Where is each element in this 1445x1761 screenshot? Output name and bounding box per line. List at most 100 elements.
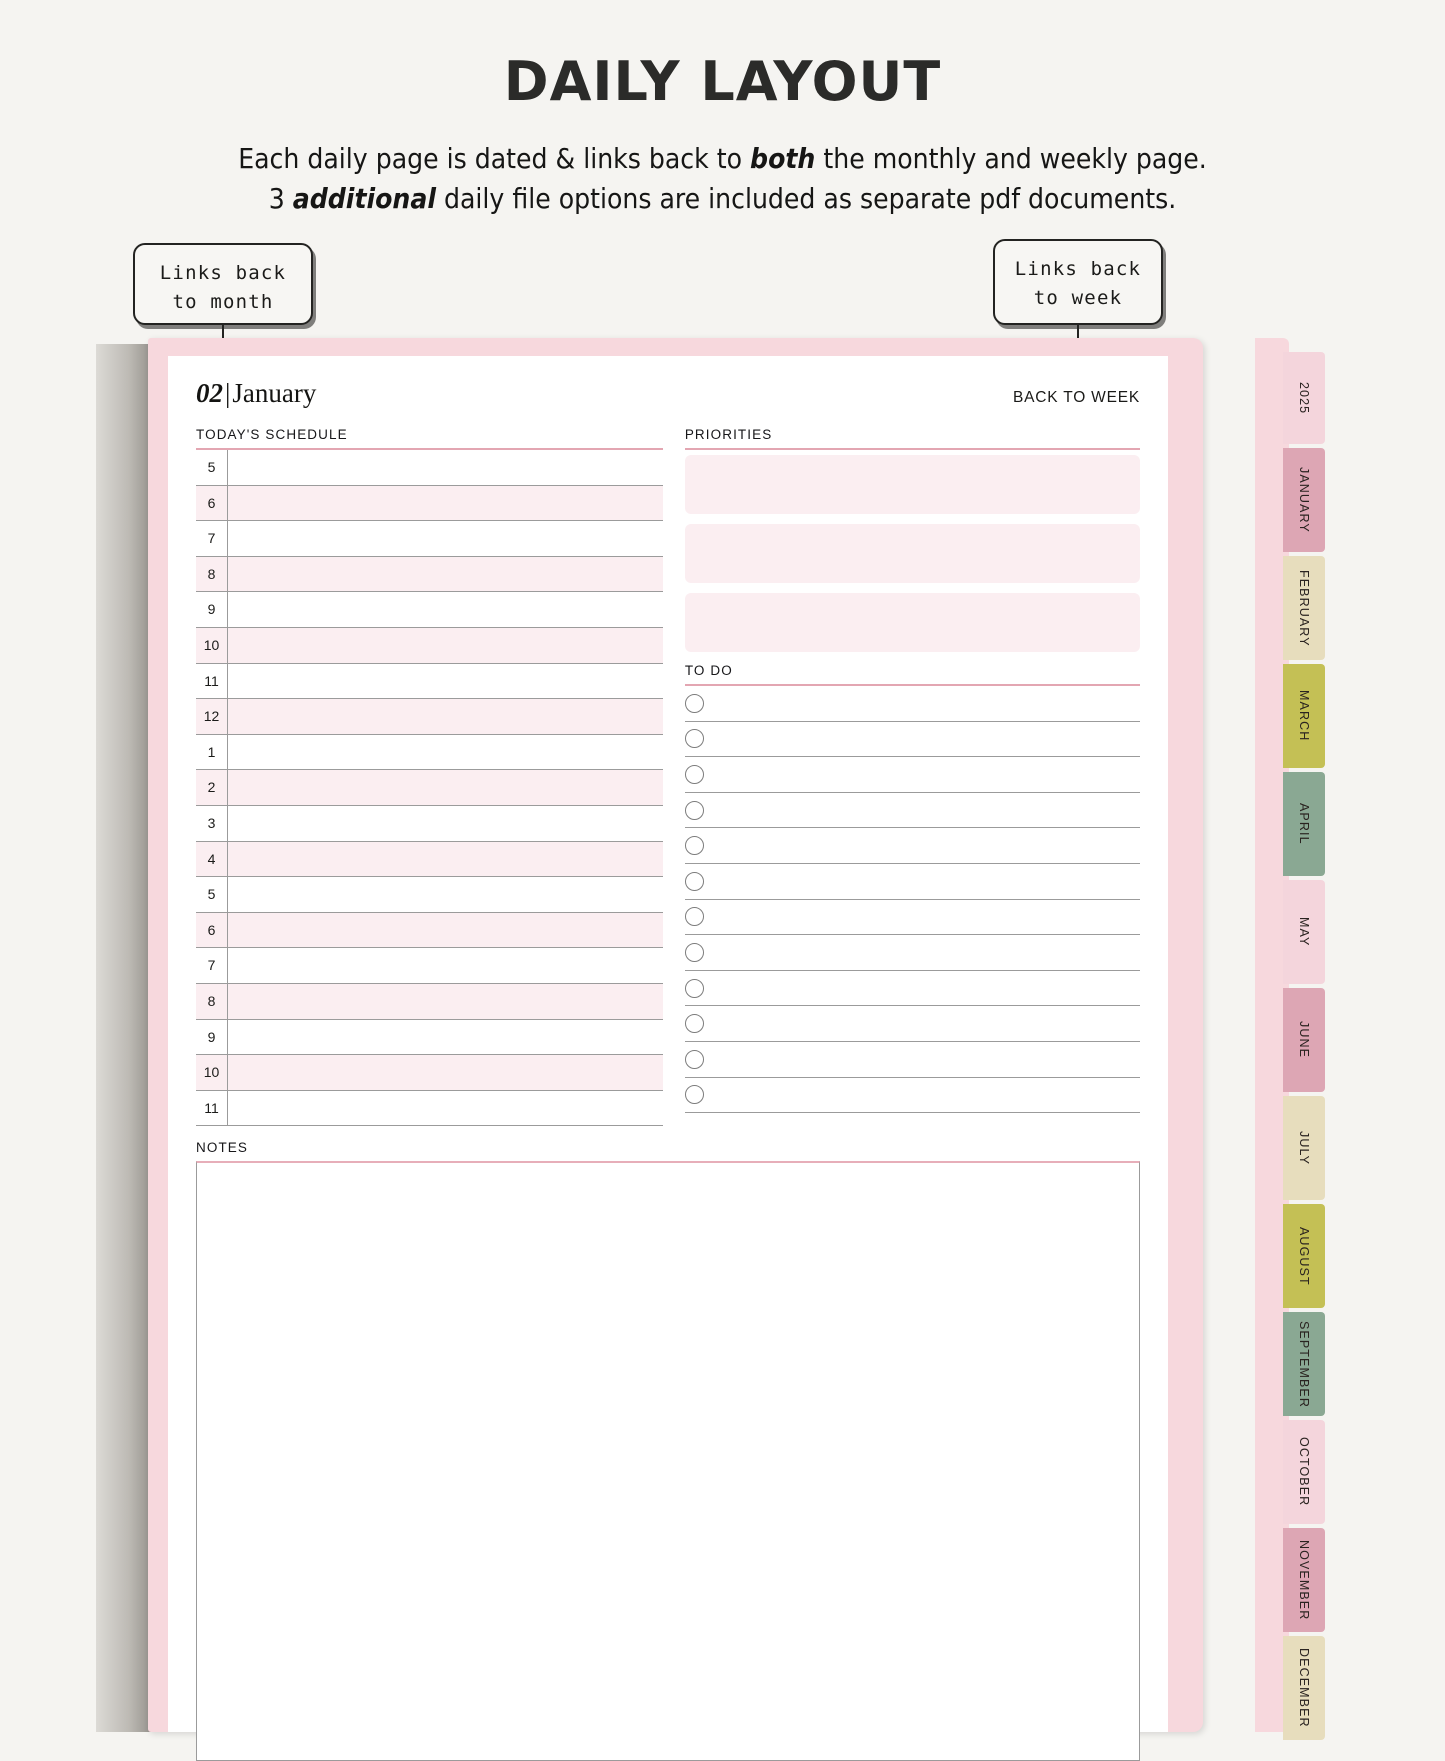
todo-checkbox-circle-icon[interactable] <box>684 836 704 856</box>
todo-row[interactable] <box>684 1006 1140 1042</box>
notes-section-label: NOTES <box>196 1140 249 1156</box>
schedule-row[interactable]: 2 <box>196 770 663 806</box>
schedule-row[interactable]: 11 <box>196 663 663 700</box>
todo-checkbox-circle-icon[interactable] <box>684 800 704 820</box>
schedule-row[interactable]: 6 <box>196 912 663 949</box>
schedule-hour-label: 8 <box>196 556 228 592</box>
schedule-entry-field[interactable] <box>228 664 663 699</box>
tab-month-may[interactable]: MAY <box>1283 880 1325 984</box>
tab-month-january[interactable]: JANUARY <box>1283 448 1325 552</box>
schedule-entry-field[interactable] <box>228 486 663 521</box>
tab-label: OCTOBER <box>1297 1437 1311 1507</box>
tab-label: MAY <box>1297 917 1311 947</box>
todo-checkbox-circle-icon[interactable] <box>684 764 704 784</box>
schedule-entry-field[interactable] <box>228 735 663 770</box>
todo-row[interactable] <box>684 722 1140 758</box>
todo-row[interactable] <box>684 1078 1140 1114</box>
todo-checkbox-circle-icon[interactable] <box>684 1085 704 1105</box>
todo-checkbox-circle-icon[interactable] <box>684 978 704 998</box>
schedule-hour-label: 3 <box>196 805 228 841</box>
schedule-entry-field[interactable] <box>228 806 663 841</box>
todo-row[interactable] <box>684 828 1140 864</box>
tab-month-march[interactable]: MARCH <box>1283 664 1325 768</box>
priority-field[interactable] <box>684 593 1140 652</box>
page-columns: TODAY'S SCHEDULE 5 6 7 8 9 10 11 12 1 2 3 4 5 6 7 8 9 10 1… <box>196 427 1140 1127</box>
schedule-row[interactable]: 4 <box>196 841 663 878</box>
tab-month-october[interactable]: OCTOBER <box>1283 1420 1325 1524</box>
schedule-hour-label: 9 <box>196 592 228 627</box>
schedule-row[interactable]: 9 <box>196 592 663 628</box>
schedule-row[interactable]: 7 <box>196 521 663 557</box>
todo-row[interactable] <box>684 864 1140 900</box>
schedule-row[interactable]: 3 <box>196 805 663 842</box>
schedule-entry-field[interactable] <box>228 842 663 877</box>
schedule-entry-field[interactable] <box>228 1055 663 1090</box>
schedule-row[interactable]: 1 <box>196 734 663 771</box>
schedule-entry-field[interactable] <box>228 1091 663 1126</box>
notes-input-area[interactable] <box>196 1161 1140 1761</box>
schedule-entry-field[interactable] <box>228 592 663 627</box>
todo-checkbox-circle-icon[interactable] <box>684 871 704 891</box>
tab-label: JANUARY <box>1297 467 1311 533</box>
todo-row[interactable] <box>684 900 1140 936</box>
schedule-row[interactable]: 6 <box>196 485 663 522</box>
schedule-hour-label: 12 <box>196 699 228 734</box>
todo-checkbox-circle-icon[interactable] <box>684 942 704 962</box>
schedule-entry-field[interactable] <box>228 557 663 592</box>
todo-checkbox-circle-icon[interactable] <box>684 1049 704 1069</box>
todo-checkbox-circle-icon[interactable] <box>684 693 704 713</box>
notes-section: NOTES <box>196 1140 1140 1761</box>
schedule-row[interactable]: 10 <box>196 627 663 664</box>
schedule-entry-field[interactable] <box>228 450 663 485</box>
callout-links-back-to-month: Links back to month <box>133 243 313 325</box>
priority-field[interactable] <box>684 524 1140 583</box>
schedule-row[interactable]: 7 <box>196 948 663 984</box>
schedule-entry-field[interactable] <box>228 913 663 948</box>
todo-row[interactable] <box>684 1042 1140 1078</box>
todo-row[interactable] <box>684 971 1140 1007</box>
tab-label: 2025 <box>1297 381 1311 415</box>
schedule-hour-label: 7 <box>196 948 228 983</box>
todo-row[interactable] <box>684 793 1140 829</box>
tab-month-december[interactable]: DECEMBER <box>1283 1636 1325 1740</box>
todo-row[interactable] <box>684 757 1140 793</box>
tab-month-july[interactable]: JULY <box>1283 1096 1325 1200</box>
schedule-row[interactable]: 12 <box>196 699 663 735</box>
schedule-row[interactable]: 5 <box>196 877 663 913</box>
tab-month-august[interactable]: AUGUST <box>1283 1204 1325 1308</box>
todo-row[interactable] <box>684 935 1140 971</box>
schedule-entry-field[interactable] <box>228 877 663 912</box>
sheet-edge-shadow <box>96 344 156 1732</box>
schedule-entry-field[interactable] <box>228 521 663 556</box>
schedule-entry-field[interactable] <box>228 948 663 983</box>
schedule-row[interactable]: 5 <box>196 450 663 486</box>
todo-row[interactable] <box>684 686 1140 722</box>
schedule-row[interactable]: 9 <box>196 1019 663 1056</box>
tab-label: JUNE <box>1297 1021 1311 1059</box>
schedule-row[interactable]: 10 <box>196 1055 663 1091</box>
schedule-row[interactable]: 8 <box>196 556 663 593</box>
schedule-row[interactable]: 8 <box>196 983 663 1020</box>
todo-checkbox-circle-icon[interactable] <box>684 1014 704 1034</box>
back-to-week-link[interactable]: BACK TO WEEK <box>1013 389 1140 407</box>
tab-year-2025[interactable]: 2025 <box>1283 352 1325 444</box>
schedule-entry-field[interactable] <box>228 1020 663 1055</box>
schedule-hour-label: 6 <box>196 485 228 521</box>
tab-label: AUGUST <box>1297 1226 1311 1286</box>
schedule-entry-field[interactable] <box>228 984 663 1019</box>
todo-checkbox-circle-icon[interactable] <box>684 729 704 749</box>
schedule-entry-field[interactable] <box>228 628 663 663</box>
schedule-entry-field[interactable] <box>228 770 663 805</box>
schedule-entry-field[interactable] <box>228 699 663 734</box>
tab-label: DECEMBER <box>1297 1648 1311 1728</box>
schedule-row[interactable]: 11 <box>196 1090 663 1127</box>
tab-month-september[interactable]: SEPTEMBER <box>1283 1312 1325 1416</box>
priority-field[interactable] <box>684 455 1140 514</box>
todo-checkbox-circle-icon[interactable] <box>684 907 704 927</box>
tab-month-april[interactable]: APRIL <box>1283 772 1325 876</box>
tab-month-february[interactable]: FEBRUARY <box>1283 556 1325 660</box>
tab-label: JULY <box>1297 1130 1311 1166</box>
tab-month-november[interactable]: NOVEMBER <box>1283 1528 1325 1632</box>
priorities-rule <box>684 448 1140 450</box>
tab-month-june[interactable]: JUNE <box>1283 988 1325 1092</box>
